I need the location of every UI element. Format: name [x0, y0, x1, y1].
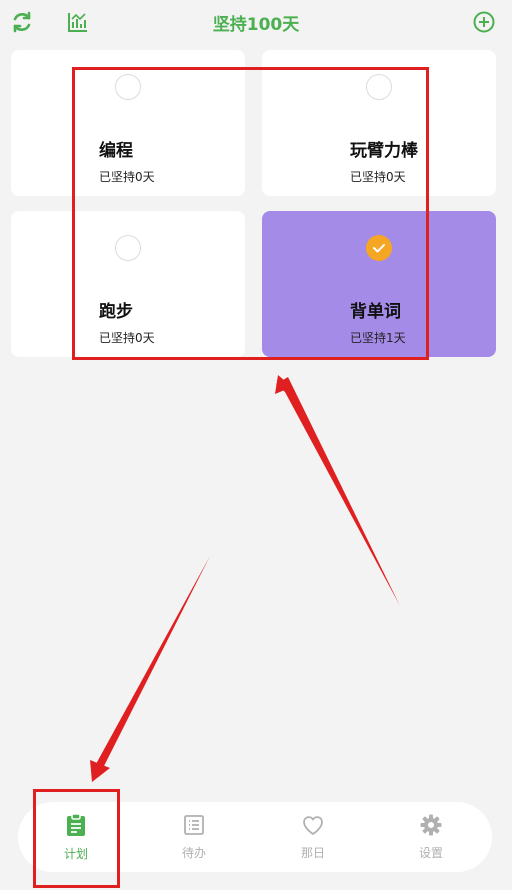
checkmark-icon[interactable] — [366, 235, 392, 261]
heart-icon — [301, 814, 325, 840]
app-header: 坚持100天 — [0, 0, 512, 44]
list-icon — [183, 814, 205, 840]
plan-name: 背单词 — [350, 302, 401, 322]
plan-name: 跑步 — [99, 302, 133, 322]
plan-days: 已坚持1天 — [350, 331, 406, 345]
plan-card-running[interactable]: 跑步 已坚持0天 — [11, 211, 245, 357]
tab-label: 待办 — [181, 845, 206, 860]
plan-name: 编程 — [99, 141, 133, 161]
add-icon[interactable] — [470, 8, 498, 36]
checkbox-circle-icon[interactable] — [115, 74, 141, 100]
checkbox-circle-icon[interactable] — [115, 235, 141, 261]
tab-todo[interactable]: 待办 — [154, 802, 234, 872]
tab-label: 计划 — [63, 846, 88, 861]
tab-that-day[interactable]: 那日 — [273, 802, 353, 872]
tab-settings[interactable]: 设置 — [391, 802, 471, 872]
tab-label: 那日 — [300, 845, 325, 860]
page-title: 坚持100天 — [212, 15, 300, 35]
plan-card-vocabulary[interactable]: 背单词 已坚持1天 — [262, 211, 496, 357]
annotation-arrow-down — [96, 556, 210, 766]
plan-days: 已坚持0天 — [350, 170, 406, 184]
plan-name: 玩臂力棒 — [350, 141, 418, 161]
gear-icon — [420, 814, 442, 840]
plan-days: 已坚持0天 — [99, 331, 155, 345]
checkbox-circle-icon[interactable] — [366, 74, 392, 100]
annotation-arrowhead-up — [275, 375, 292, 394]
bottom-tab-bar: 计划 待办 那日 设置 — [18, 802, 492, 872]
plan-days: 已坚持0天 — [99, 170, 155, 184]
tab-label: 设置 — [418, 845, 443, 860]
annotation-arrowhead-down — [90, 760, 110, 782]
plan-card-programming[interactable]: 编程 已坚持0天 — [11, 50, 245, 196]
plan-card-arm-exercise[interactable]: 玩臂力棒 已坚持0天 — [262, 50, 496, 196]
clipboard-icon — [65, 812, 87, 841]
tab-plan[interactable]: 计划 — [36, 802, 116, 872]
annotation-arrow-up — [276, 377, 400, 606]
